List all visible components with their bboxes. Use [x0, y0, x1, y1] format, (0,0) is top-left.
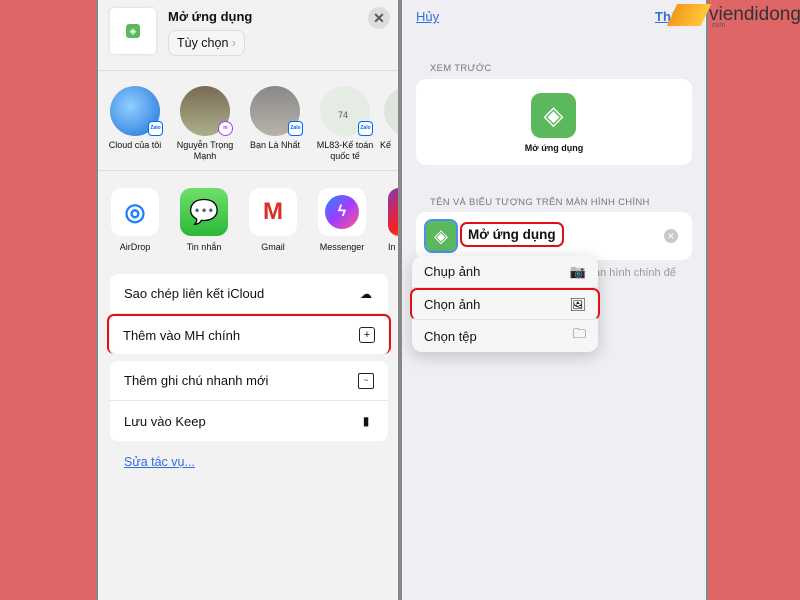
menu-label: Chọn tệp [424, 328, 477, 344]
app-messenger[interactable]: ϟ Messenger [311, 188, 373, 252]
name-input[interactable]: Mở ứng dụng [460, 222, 564, 247]
options-label: Tùy chọn [177, 36, 229, 50]
cancel-button[interactable]: Hủy [416, 9, 439, 24]
edit-actions-link[interactable]: Sửa tác vụ... [124, 455, 195, 469]
menu-label: Chọn ảnh [424, 297, 481, 312]
app-instagram[interactable]: In [380, 188, 398, 252]
folder-icon: 🗀 [572, 326, 586, 341]
contact-nguyen[interactable]: m Nguyễn Trọng Mạnh [170, 86, 240, 162]
plus-square-icon: + [359, 327, 375, 343]
menu-choose-photo[interactable]: Chọn ảnh 🖼 [410, 288, 600, 320]
share-title: Mở ứng dụng [168, 9, 253, 24]
app-name: AirDrop [119, 242, 151, 252]
hint-text: àn hình chính để [594, 267, 676, 279]
action-label: Sao chép liên kết iCloud [124, 286, 265, 301]
icon-picker-button[interactable]: ◈ [424, 219, 458, 253]
messages-icon: 💬 [180, 188, 228, 236]
avatar: m [180, 86, 233, 136]
menu-label: Chụp ảnh [424, 264, 481, 279]
avatar [384, 86, 398, 136]
menu-choose-file[interactable]: Chọn tệp 🗀 [412, 320, 598, 352]
new-quick-note[interactable]: Thêm ghi chú nhanh mới ~ [110, 361, 388, 401]
contact-ban-la-nhat[interactable]: Zalo Bạn Là Nhất [240, 86, 310, 151]
app-messages[interactable]: 💬 Tin nhắn [173, 188, 235, 252]
app-gmail[interactable]: M Gmail [242, 188, 304, 252]
options-button[interactable]: Tùy chọn › [168, 30, 246, 56]
divider [98, 170, 398, 171]
add-to-home-screen[interactable]: Thêm vào MH chính + [107, 314, 391, 354]
airdrop-icon: ◎ [111, 188, 159, 236]
app-name: Gmail [261, 242, 285, 252]
action-group-1: Sao chép liên kết iCloud ☁ Thêm vào MH ch… [107, 274, 391, 354]
menu-take-photo[interactable]: Chụp ảnh 📷 [412, 256, 598, 288]
contact-cloud[interactable]: Zalo Cloud của tôi [100, 86, 170, 151]
app-name: Messenger [319, 242, 365, 252]
shortcut-thumbnail: ◈ [110, 8, 156, 54]
preview-name: Mở ứng dụng [524, 143, 584, 153]
chevron-right-icon: › [231, 36, 237, 50]
add-to-home-screen-panel: Hủy Thêm XEM TRƯỚC ◈ Mở ứng dụng TÊN VÀ … [400, 0, 708, 600]
action-label: Lưu vào Keep [124, 413, 206, 429]
app-name: In [388, 242, 396, 252]
close-button[interactable]: ✕ [368, 7, 390, 29]
bookmark-icon: ▮ [362, 414, 370, 428]
zalo-badge-icon: Zalo [288, 121, 303, 136]
member-count: 74 [338, 110, 349, 120]
action-label: Thêm ghi chú nhanh mới [124, 373, 269, 388]
app-airdrop[interactable]: ◎ AirDrop [104, 188, 166, 252]
photos-icon: 🖼 [569, 296, 586, 312]
contact-name: Nguyễn Trọng Mạnh [176, 140, 234, 161]
messenger-icon: ϟ [318, 188, 366, 236]
preview-caption: XEM TRƯỚC [430, 63, 492, 74]
link-cloud-icon: ☁ [360, 286, 372, 301]
layers-icon: ◈ [531, 93, 576, 138]
avatar: Zalo [110, 86, 163, 136]
action-group-2: Thêm ghi chú nhanh mới ~ Lưu vào Keep ▮ [110, 361, 388, 441]
save-to-keep[interactable]: Lưu vào Keep ▮ [110, 401, 388, 441]
divider [98, 70, 398, 71]
avatar: 74 Zalo [320, 86, 373, 136]
zalo-badge-icon: Zalo [358, 121, 373, 136]
contact-name: Cloud của tôi [108, 140, 162, 150]
instagram-icon [388, 188, 398, 236]
app-name: Tin nhắn [186, 242, 222, 252]
contact-name: Kế [380, 140, 392, 150]
messenger-badge-icon: m [218, 121, 233, 136]
copy-icloud-link[interactable]: Sao chép liên kết iCloud ☁ [110, 274, 388, 314]
contact-name: Bạn Là Nhất [249, 140, 301, 150]
watermark-sub: .com [710, 22, 726, 29]
preview-card: ◈ Mở ứng dụng [416, 79, 692, 165]
gmail-icon: M [249, 188, 297, 236]
contact-name: ML83-Kế toán quốc tế [316, 140, 374, 161]
layers-icon: ◈ [126, 24, 140, 38]
camera-icon: 📷 [569, 263, 586, 279]
icon-source-menu: Chụp ảnh 📷 Chọn ảnh 🖼 Chọn tệp 🗀 [410, 256, 600, 352]
contact-partial[interactable]: Kế [380, 86, 398, 151]
note-icon: ~ [358, 372, 374, 389]
avatar: Zalo [250, 86, 303, 136]
contact-ml83[interactable]: 74 Zalo ML83-Kế toán quốc tế [310, 86, 380, 162]
clear-icon[interactable]: ✕ [664, 229, 678, 243]
action-label: Thêm vào MH chính [123, 327, 241, 343]
share-sheet: ◈ Mở ứng dụng Tùy chọn › ✕ Zalo Cloud của… [96, 0, 400, 600]
name-caption: TÊN VÀ BIỂU TƯỢNG TRÊN MÀN HÌNH CHÍNH [430, 197, 650, 208]
zalo-badge-icon: Zalo [148, 121, 163, 136]
name-card: ◈ Mở ứng dụng ✕ [416, 212, 692, 260]
